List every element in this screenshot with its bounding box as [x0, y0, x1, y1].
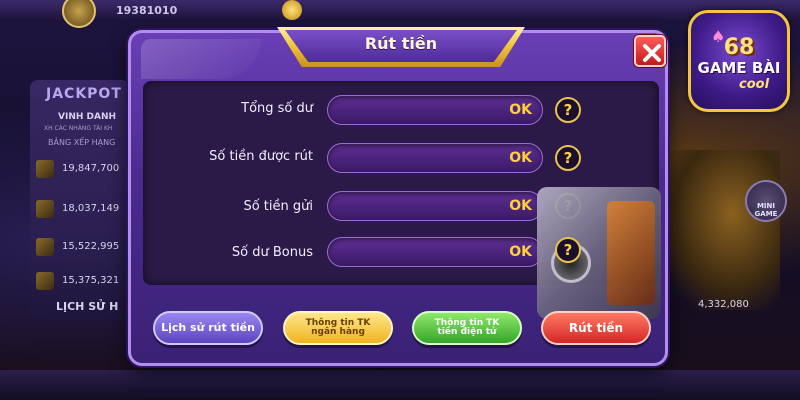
- ranking-amount: 18,037,149: [62, 203, 120, 214]
- game-jackpot-amount: 4,332,080: [698, 299, 749, 310]
- bonus-balance-field: OK: [327, 237, 543, 267]
- total-balance-help-button[interactable]: ?: [555, 97, 581, 123]
- player-thumbnail-icon: [36, 238, 54, 256]
- ranking-row: 15,522,995: [36, 238, 130, 256]
- jackpot-label: JACKPOT: [46, 86, 122, 102]
- withdraw-history-label: Lịch sử rút tiền: [161, 321, 255, 335]
- withdrawable-value: OK: [509, 150, 532, 166]
- bonus-balance-value: OK: [509, 244, 532, 260]
- honor-subtitle: XH CÁC NHÀNG TÀI KH: [44, 125, 113, 132]
- ranking-amount: 15,375,321: [62, 275, 120, 286]
- bonus-balance-label: Số dư Bonus: [231, 245, 313, 260]
- logo-number: 68: [723, 35, 755, 60]
- ranking-amount: 19,847,700: [62, 163, 120, 174]
- total-balance-label: Tổng số dư: [241, 101, 313, 116]
- withdraw-button-label: Rút tiền: [568, 320, 624, 335]
- player-thumbnail-icon: [36, 272, 54, 290]
- user-id: 19381010: [116, 4, 178, 17]
- lobby-bottom-bar: [0, 370, 800, 400]
- withdraw-history-button[interactable]: Lịch sử rút tiền: [153, 311, 263, 345]
- close-icon: [643, 44, 661, 62]
- ranking-amount: 15,522,995: [62, 241, 120, 252]
- ewallet-info-button[interactable]: Thông tin TK tiền điện tử: [412, 311, 522, 345]
- game-artwork: [660, 150, 780, 310]
- safe-door: [607, 201, 655, 305]
- bank-account-info-line2: ngân hàng: [311, 327, 365, 337]
- withdrawable-label: Số tiền được rút: [209, 149, 313, 164]
- honor-title: VINH DANH: [58, 112, 117, 122]
- history-tab[interactable]: LỊCH SỬ H: [36, 298, 130, 318]
- bonus-balance-help-button[interactable]: ?: [555, 237, 581, 263]
- logo-title: GAME BÀI: [697, 59, 781, 77]
- ranking-row: 18,037,149: [36, 200, 130, 218]
- total-balance-field: OK: [327, 95, 543, 125]
- withdrawable-field: OK: [327, 143, 543, 173]
- deposit-value: OK: [509, 198, 532, 214]
- question-mark-icon: ?: [563, 101, 573, 119]
- ranking-row: 19,847,700: [36, 160, 130, 178]
- close-button[interactable]: [634, 35, 666, 67]
- coin-icon: [282, 0, 302, 20]
- player-thumbnail-icon: [36, 200, 54, 218]
- total-balance-value: OK: [509, 102, 532, 118]
- deposit-label: Số tiền gửi: [243, 199, 313, 214]
- dialog-title: Rút tiền: [364, 34, 438, 53]
- bank-account-info-button[interactable]: Thông tin TK ngân hàng: [283, 311, 393, 345]
- logo-subtitle: cool: [739, 77, 770, 92]
- withdraw-button[interactable]: Rút tiền: [541, 311, 651, 345]
- withdrawable-help-button[interactable]: ?: [555, 145, 581, 171]
- deposit-field: OK: [327, 191, 543, 221]
- ranking-label: BẢNG XẾP HẠNG: [48, 138, 116, 147]
- ewallet-info-line2: tiền điện tử: [437, 327, 497, 337]
- question-mark-icon: ?: [563, 149, 573, 167]
- question-mark-icon: ?: [563, 241, 573, 259]
- withdraw-dialog: Rút tiền Tổng số dư OK ? Số tiền được rú…: [128, 27, 668, 366]
- mini-game-button[interactable]: MINI GAME: [745, 180, 787, 222]
- player-thumbnail-icon: [36, 160, 54, 178]
- game-logo: ♠ 68 GAME BÀI cool: [688, 10, 790, 112]
- dialog-shine: [141, 39, 261, 79]
- ranking-row: 15,375,321: [36, 272, 130, 290]
